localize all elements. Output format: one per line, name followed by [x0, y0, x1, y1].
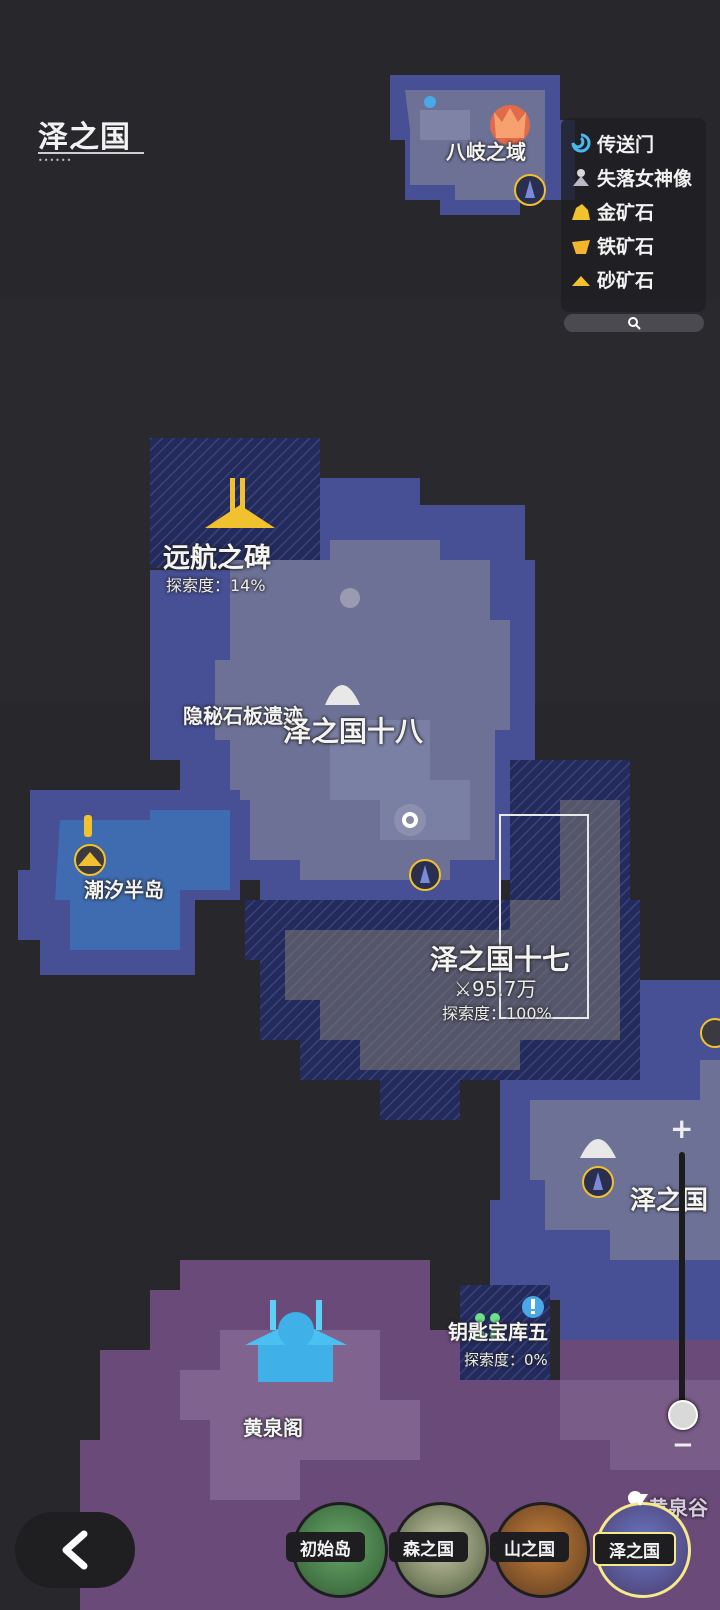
legend-label: 传送门	[597, 133, 655, 156]
region-title-underline	[38, 152, 144, 154]
legend-search-button[interactable]	[564, 314, 704, 332]
region-title: 泽之国	[38, 120, 131, 155]
goddess-statue-icon	[569, 165, 593, 189]
label-key-vault-exploration: 探索度：0%	[464, 1351, 548, 1369]
tab-forest[interactable]: 森之国	[389, 1532, 468, 1562]
legend-label: 金矿石	[597, 201, 655, 224]
active-tab-indicator-icon	[632, 1494, 648, 1506]
goddess-statue-icon[interactable]	[582, 1166, 614, 1198]
label-voyage-exploration: 探索度：14%	[166, 576, 266, 595]
label-tidal-peninsula[interactable]: 潮汐半岛	[84, 874, 164, 903]
search-icon	[628, 317, 641, 330]
player-position-icon[interactable]	[394, 804, 426, 836]
legend-item-gold[interactable]: 金矿石	[569, 196, 654, 226]
map-legend: 传送门 失落女神像 金矿石 铁矿石 砂矿石	[561, 118, 706, 312]
label-zone-17-exploration: 探索度：100%	[442, 1004, 552, 1023]
legend-label: 失落女神像	[597, 167, 693, 190]
tab-initial-island[interactable]: 初始岛	[286, 1532, 365, 1562]
sand-ore-icon[interactable]	[700, 1018, 720, 1048]
zoom-out-button[interactable]: −	[672, 1430, 694, 1460]
quest-marker-icon[interactable]	[522, 1296, 544, 1318]
legend-item-iron[interactable]: 铁矿石	[569, 230, 654, 260]
zoom-track[interactable]	[679, 1152, 685, 1412]
legend-item-goddess[interactable]: 失落女神像	[569, 162, 692, 192]
goddess-statue-icon[interactable]	[514, 174, 546, 206]
teleport-icon[interactable]	[424, 96, 436, 108]
label-zone-17[interactable]: 泽之国十七	[430, 938, 570, 978]
power-icon: ⚔	[454, 977, 472, 1001]
tab-mountain[interactable]: 山之国	[490, 1532, 569, 1562]
legend-label: 铁矿石	[597, 235, 655, 258]
region-title-dots: ••••••	[38, 156, 73, 165]
iron-ore-icon	[569, 233, 593, 257]
teleport-icon	[569, 131, 593, 155]
legend-label: 砂矿石	[597, 269, 655, 292]
zoom-knob[interactable]	[668, 1400, 698, 1430]
label-key-vault[interactable]: 钥匙宝库五	[448, 1316, 548, 1345]
goddess-statue-icon[interactable]	[340, 588, 360, 608]
legend-item-sand[interactable]: 砂矿石	[569, 264, 654, 294]
label-yamata[interactable]: 八岐之域	[446, 136, 526, 165]
zone-17-value: ⚔95.7万	[454, 973, 536, 1002]
back-arrow-icon	[62, 1530, 88, 1570]
goddess-statue-icon[interactable]	[409, 859, 441, 891]
label-voyage-monument[interactable]: 远航之碑	[163, 536, 271, 575]
tab-marsh[interactable]: 泽之国	[593, 1532, 676, 1566]
back-button[interactable]	[15, 1512, 135, 1588]
sand-ore-icon	[569, 267, 593, 291]
label-yellow-spring-pavilion[interactable]: 黄泉阁	[243, 1412, 303, 1441]
sand-ore-icon[interactable]	[74, 844, 106, 876]
label-zone-18[interactable]: 泽之国十八	[283, 710, 423, 750]
gold-ore-icon	[569, 199, 593, 223]
zone-17-value-text: 95.7万	[471, 977, 537, 1001]
key-icon[interactable]	[84, 815, 92, 837]
zoom-in-button[interactable]: +	[670, 1112, 693, 1145]
legend-item-teleport[interactable]: 传送门	[569, 128, 654, 158]
zoom-slider[interactable]: + −	[662, 1112, 702, 1460]
